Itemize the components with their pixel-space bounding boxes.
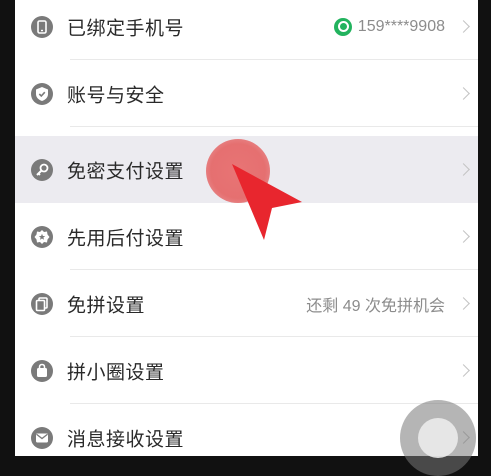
shield-check-icon bbox=[31, 82, 53, 105]
copy-icon bbox=[31, 292, 53, 315]
pointer-arrow-icon bbox=[232, 164, 302, 240]
settings-row-account-security[interactable]: 账号与安全 bbox=[15, 60, 478, 127]
phone-icon bbox=[31, 15, 53, 38]
settings-row-label: 已绑定手机号 bbox=[67, 18, 185, 39]
divider bbox=[70, 126, 478, 127]
chevron-right-icon bbox=[457, 229, 470, 243]
chevron-right-icon bbox=[457, 86, 470, 100]
settings-row-circle[interactable]: 拼小圈设置 bbox=[15, 337, 478, 404]
phone-number: 159****9908 bbox=[357, 17, 445, 35]
chevron-right-icon bbox=[457, 296, 470, 310]
verified-check-icon bbox=[333, 17, 352, 36]
chevron-right-icon bbox=[457, 19, 470, 33]
settings-row-label: 账号与安全 bbox=[67, 85, 165, 106]
settings-row-label: 免拼设置 bbox=[67, 295, 146, 316]
settings-row-label: 先用后付设置 bbox=[67, 228, 185, 249]
bag-icon bbox=[31, 359, 53, 382]
message-icon bbox=[31, 426, 53, 449]
badge-star-icon bbox=[31, 225, 53, 248]
settings-row-bound-phone[interactable]: 已绑定手机号 159****9908 bbox=[15, 0, 478, 60]
settings-row-value: 159****9908 bbox=[333, 17, 445, 36]
chevron-right-icon bbox=[457, 162, 470, 176]
floating-assistive-button-inner bbox=[418, 418, 458, 458]
settings-row-label: 消息接收设置 bbox=[67, 429, 185, 450]
settings-row-group-free[interactable]: 免拼设置 还剩 49 次免拼机会 bbox=[15, 270, 478, 337]
settings-row-label: 免密支付设置 bbox=[67, 161, 185, 182]
group-free-remaining: 还剩 49 次免拼机会 bbox=[306, 297, 445, 315]
floating-assistive-button[interactable] bbox=[400, 400, 476, 476]
settings-row-label: 拼小圈设置 bbox=[67, 362, 165, 383]
key-icon bbox=[31, 158, 53, 181]
chevron-right-icon bbox=[457, 363, 470, 377]
